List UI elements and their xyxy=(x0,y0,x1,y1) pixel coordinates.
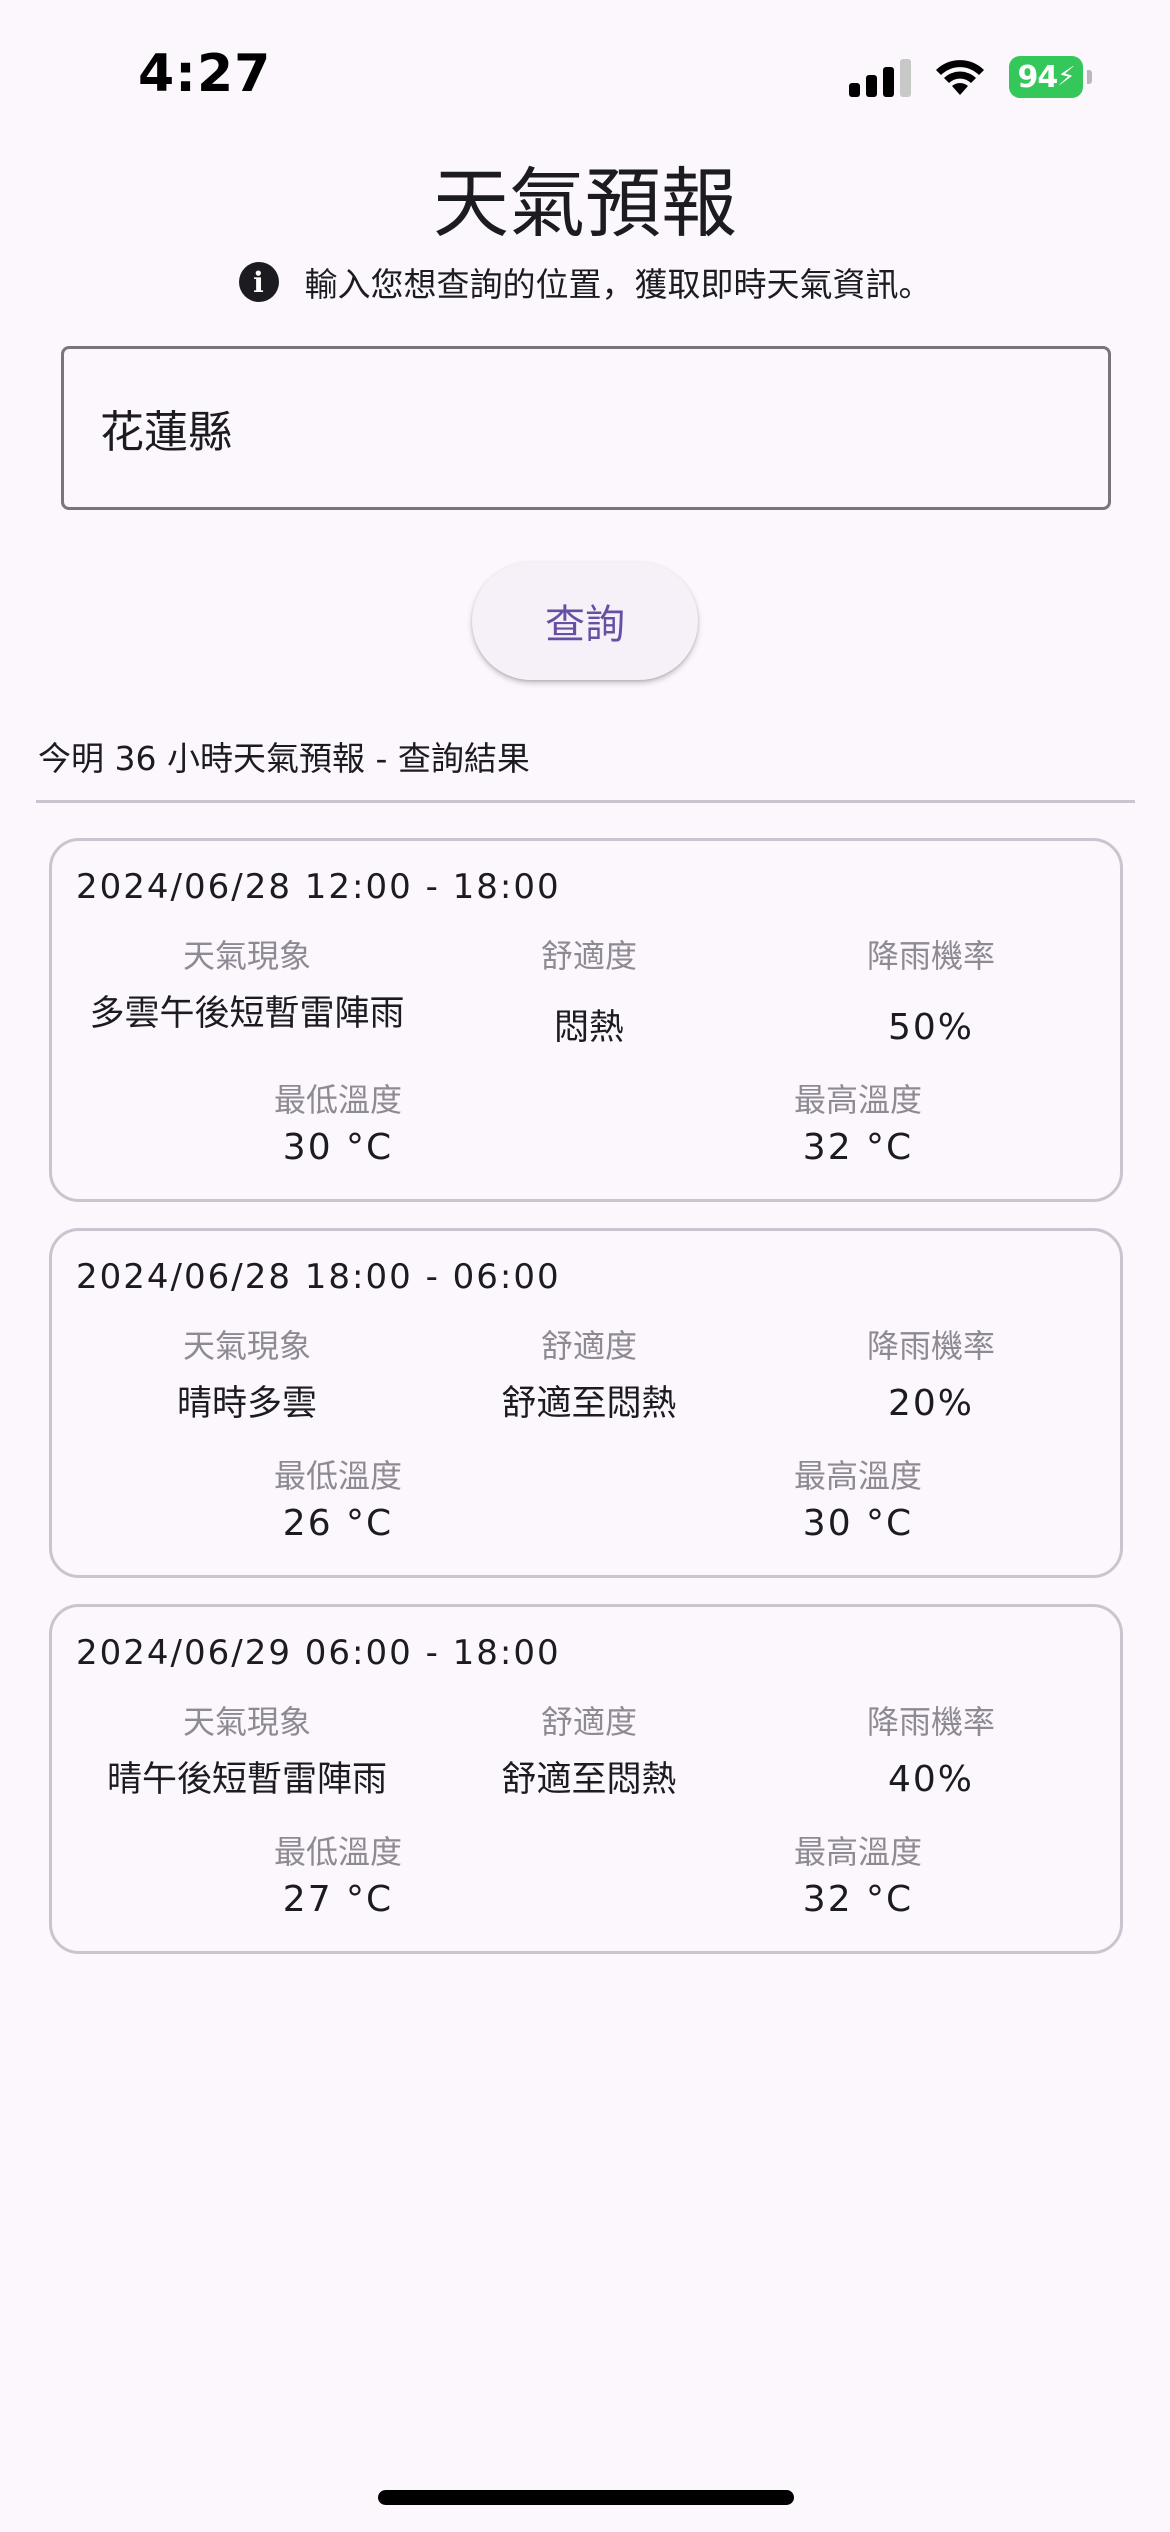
max-temp-cell: 最高溫度 32 °C xyxy=(598,1827,1118,1925)
rain-cell: 降雨機率 20% xyxy=(760,1321,1102,1429)
wifi-icon xyxy=(936,60,984,95)
status-time: 4:27 xyxy=(138,44,272,104)
max-temp-label: 最高溫度 xyxy=(793,1081,922,1119)
weather-cell: 天氣現象 多雲午後短暫雷陣雨 xyxy=(76,931,418,1053)
battery-level: 94 xyxy=(1017,59,1058,95)
info-icon: i xyxy=(238,262,279,302)
max-temp-value: 30 °C xyxy=(802,1503,914,1544)
max-temp-value: 32 °C xyxy=(802,1879,914,1920)
forecast-card: 2024/06/29 06:00 - 18:00 天氣現象 晴午後短暫雷陣雨 舒… xyxy=(49,1604,1123,1954)
battery-cap xyxy=(1087,70,1092,84)
weather-cell: 天氣現象 晴午後短暫雷陣雨 xyxy=(76,1697,418,1805)
min-temp-cell: 最低溫度 26 °C xyxy=(78,1451,598,1549)
rain-cell: 降雨機率 40% xyxy=(760,1697,1102,1805)
max-temp-value: 32 °C xyxy=(802,1127,914,1168)
rain-cell: 降雨機率 50% xyxy=(760,931,1102,1053)
charging-bolt-icon: ⚡ xyxy=(1057,62,1075,92)
status-icons: 94 ⚡ xyxy=(849,52,1092,102)
results-heading: 今明 36 小時天氣預報 - 查詢結果 xyxy=(38,739,530,778)
cellular-signal-icon xyxy=(849,57,911,97)
weather-label: 天氣現象 xyxy=(182,937,311,975)
divider xyxy=(36,800,1135,803)
home-indicator[interactable] xyxy=(378,2490,794,2505)
rain-value: 20% xyxy=(887,1383,974,1424)
comfort-value: 舒適至悶熱 xyxy=(501,1384,677,1424)
forecast-card: 2024/06/28 12:00 - 18:00 天氣現象 多雲午後短暫雷陣雨 … xyxy=(49,838,1123,1202)
weather-value: 多雲午後短暫雷陣雨 xyxy=(89,994,405,1034)
rain-value: 50% xyxy=(887,1007,974,1048)
min-temp-label: 最低溫度 xyxy=(273,1833,402,1871)
min-temp-label: 最低溫度 xyxy=(273,1081,402,1119)
comfort-cell: 舒適度 舒適至悶熱 xyxy=(418,1321,760,1429)
rain-label: 降雨機率 xyxy=(866,1327,995,1365)
rain-label: 降雨機率 xyxy=(866,937,995,975)
forecast-period: 2024/06/28 18:00 - 06:00 xyxy=(76,1257,561,1297)
min-temp-value: 26 °C xyxy=(282,1503,394,1544)
comfort-value: 悶熱 xyxy=(553,1008,624,1048)
max-temp-label: 最高溫度 xyxy=(793,1457,922,1495)
hint-row: i 輸入您想查詢的位置，獲取即時天氣資訊。 xyxy=(0,258,1170,306)
weather-value: 晴午後短暫雷陣雨 xyxy=(106,1760,387,1800)
weather-cell: 天氣現象 晴時多雲 xyxy=(76,1321,418,1429)
min-temp-value: 27 °C xyxy=(282,1879,394,1920)
page-title: 天氣預報 xyxy=(433,159,737,248)
weather-label: 天氣現象 xyxy=(182,1327,311,1365)
status-bar: 4:27 94 ⚡ xyxy=(0,0,1170,150)
forecast-list: 2024/06/28 12:00 - 18:00 天氣現象 多雲午後短暫雷陣雨 … xyxy=(49,838,1123,1980)
weather-value: 晴時多雲 xyxy=(176,1384,317,1424)
max-temp-cell: 最高溫度 30 °C xyxy=(598,1451,1118,1549)
query-button[interactable]: 查詢 xyxy=(472,562,698,680)
comfort-cell: 舒適度 舒適至悶熱 xyxy=(418,1697,760,1805)
location-input[interactable] xyxy=(61,346,1111,510)
min-temp-label: 最低溫度 xyxy=(273,1457,402,1495)
min-temp-cell: 最低溫度 27 °C xyxy=(78,1827,598,1925)
max-temp-label: 最高溫度 xyxy=(793,1833,922,1871)
comfort-label: 舒適度 xyxy=(540,1327,637,1365)
comfort-value: 舒適至悶熱 xyxy=(501,1760,677,1800)
comfort-label: 舒適度 xyxy=(540,1703,637,1741)
comfort-label: 舒適度 xyxy=(540,937,637,975)
min-temp-value: 30 °C xyxy=(282,1127,394,1168)
battery-charging-icon: 94 ⚡ xyxy=(1009,56,1083,98)
min-temp-cell: 最低溫度 30 °C xyxy=(78,1075,598,1173)
forecast-card: 2024/06/28 18:00 - 06:00 天氣現象 晴時多雲 舒適度 舒… xyxy=(49,1228,1123,1578)
forecast-period: 2024/06/28 12:00 - 18:00 xyxy=(76,867,561,907)
forecast-period: 2024/06/29 06:00 - 18:00 xyxy=(76,1633,561,1673)
rain-value: 40% xyxy=(887,1759,974,1800)
rain-label: 降雨機率 xyxy=(866,1703,995,1741)
hint-text: 輸入您想查詢的位置，獲取即時天氣資訊。 xyxy=(304,265,932,304)
weather-label: 天氣現象 xyxy=(182,1703,311,1741)
max-temp-cell: 最高溫度 32 °C xyxy=(598,1075,1118,1173)
comfort-cell: 舒適度 悶熱 xyxy=(418,931,760,1053)
